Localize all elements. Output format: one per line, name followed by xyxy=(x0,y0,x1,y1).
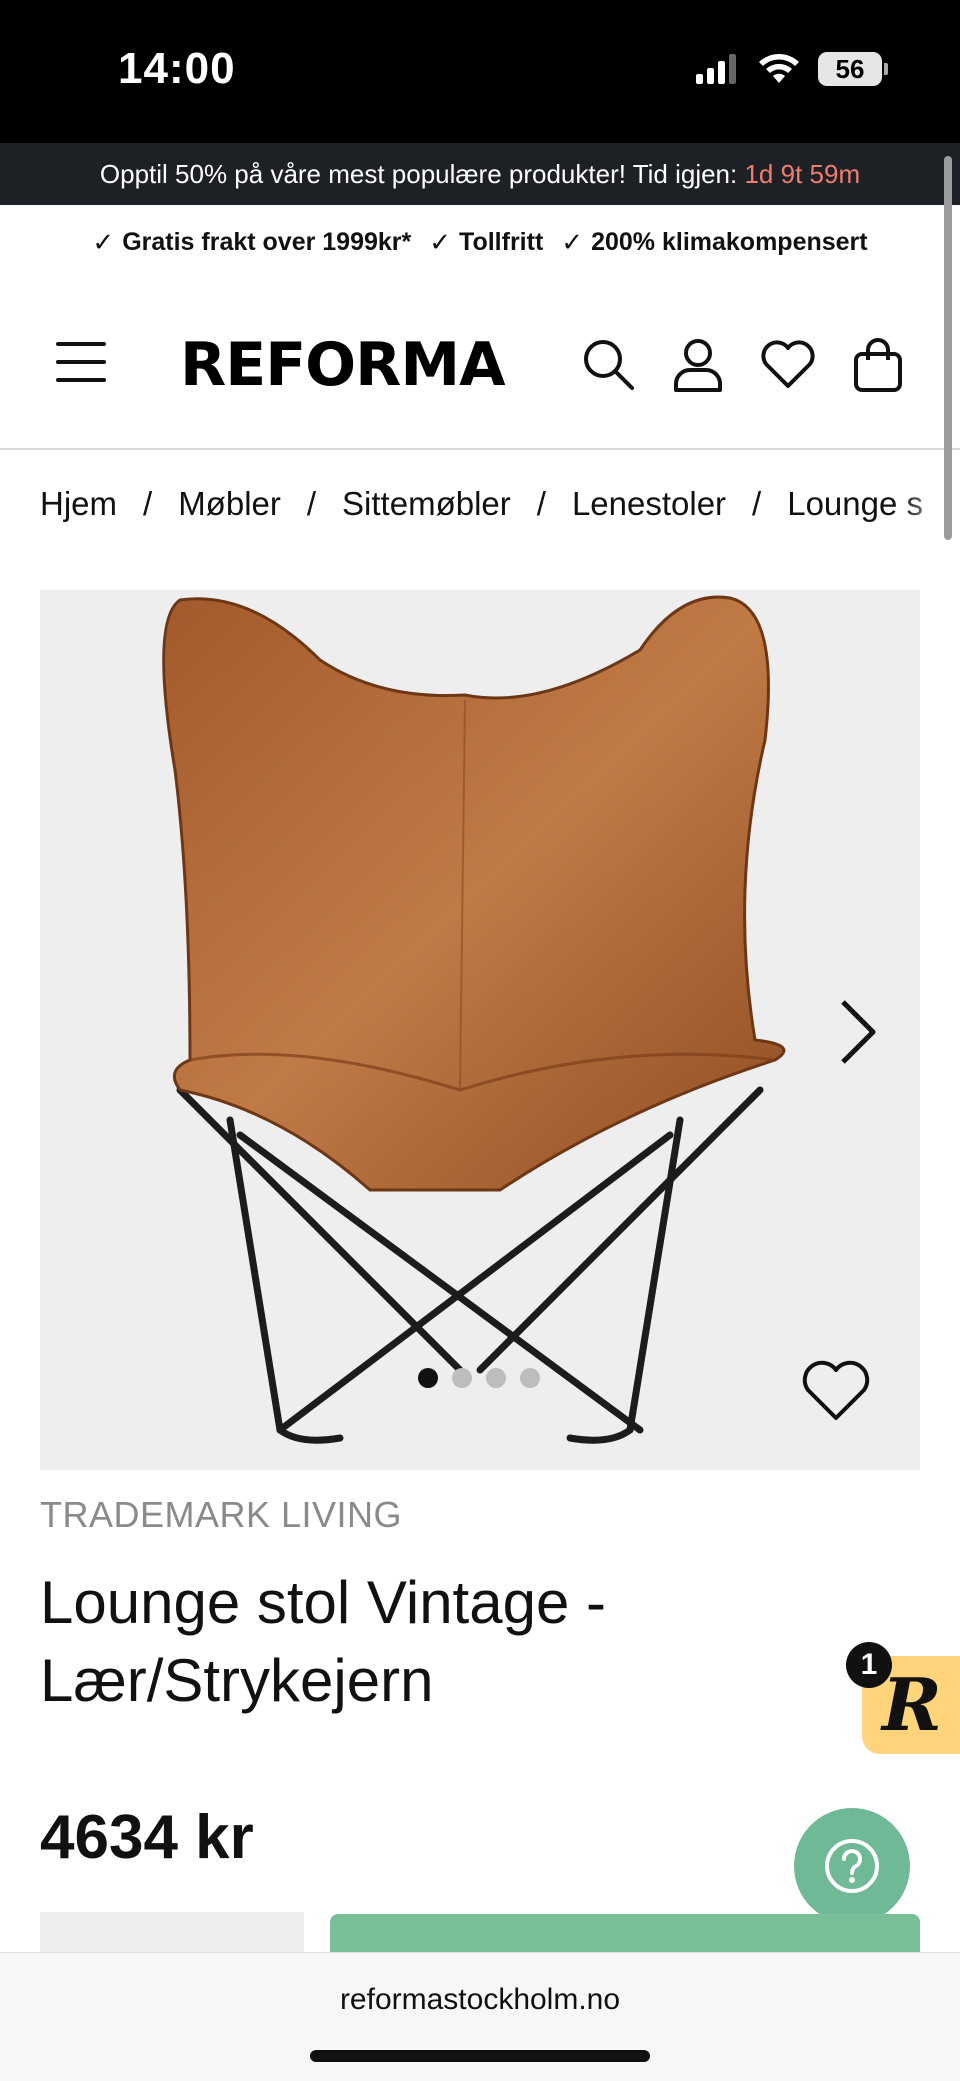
site-logo[interactable]: REFORMA xyxy=(180,330,506,400)
breadcrumb-separator: / xyxy=(536,485,546,522)
usp-label: Gratis frakt over 1999kr* xyxy=(122,227,412,256)
breadcrumb-item[interactable]: Hjem xyxy=(40,485,117,523)
gallery-dots xyxy=(418,1368,540,1388)
usp-row: ✓ Gratis frakt over 1999kr* ✓ Tollfritt … xyxy=(0,210,960,274)
cart-icon[interactable] xyxy=(848,334,908,394)
home-indicator xyxy=(310,2050,650,2062)
check-icon: ✓ xyxy=(429,226,452,257)
signal-icon xyxy=(696,54,736,84)
next-image-button[interactable] xyxy=(828,992,888,1072)
status-time: 14:00 xyxy=(118,44,236,93)
add-to-wishlist-button[interactable] xyxy=(800,1358,872,1424)
battery-icon: 56 xyxy=(818,52,888,86)
product-price: 4634 kr xyxy=(40,1803,254,1872)
breadcrumb-item[interactable]: Sittemøbler xyxy=(342,485,511,523)
gallery-dot[interactable] xyxy=(418,1368,438,1388)
url-text[interactable]: reformastockholm.no xyxy=(0,1983,960,2017)
usp-item-shipping: ✓ Gratis frakt over 1999kr* xyxy=(92,227,411,258)
help-button[interactable] xyxy=(794,1808,910,1924)
usp-label: 200% klimakompensert xyxy=(591,227,868,256)
wishlist-icon[interactable] xyxy=(758,334,818,394)
promo-banner[interactable]: Opptil 50% på våre mest populære produkt… xyxy=(0,143,960,205)
usp-item-duty: ✓ Tollfritt xyxy=(429,227,543,258)
promo-text: Opptil 50% på våre mest populære produkt… xyxy=(99,159,738,189)
product-title: Lounge stol Vintage - Lær/Strykejern xyxy=(40,1569,606,1714)
check-icon: ✓ xyxy=(561,226,584,257)
gallery-dot[interactable] xyxy=(486,1368,506,1388)
breadcrumb-separator: / xyxy=(143,485,153,522)
product-gallery[interactable] xyxy=(40,590,920,1470)
status-bar: 14:00 56 xyxy=(0,0,960,143)
menu-icon[interactable] xyxy=(56,340,108,384)
scrollbar[interactable] xyxy=(944,156,952,540)
breadcrumb-item[interactable]: Lenestoler xyxy=(572,485,726,523)
promo-timer: 1d 9t 59m xyxy=(744,159,861,189)
chevron-right-icon xyxy=(841,1000,876,1064)
product-brand[interactable]: TRADEMARK LIVING xyxy=(40,1494,402,1536)
gallery-dot[interactable] xyxy=(452,1368,472,1388)
account-icon[interactable] xyxy=(668,334,728,394)
usp-label: Tollfritt xyxy=(459,227,544,256)
breadcrumb-separator: / xyxy=(306,485,317,522)
product-image xyxy=(162,595,786,1444)
usp-item-climate: ✓ 200% klimakompensert xyxy=(561,227,867,258)
gallery-dot[interactable] xyxy=(520,1368,540,1388)
site-header: REFORMA xyxy=(0,290,960,450)
search-icon[interactable] xyxy=(578,334,638,394)
breadcrumb: Hjem / Møbler / Sittemøbler / Lenestoler / Loung… xyxy=(40,485,960,535)
rewards-logo: R xyxy=(882,1662,942,1747)
status-icons: 56 xyxy=(696,52,888,86)
check-icon: ✓ xyxy=(92,226,115,257)
wifi-icon xyxy=(759,54,799,83)
breadcrumb-item[interactable]: Møbler xyxy=(178,485,281,523)
rewards-badge: 1 xyxy=(846,1642,892,1688)
question-icon xyxy=(825,1839,879,1893)
heart-icon xyxy=(802,1360,870,1420)
breadcrumb-separator: / xyxy=(752,485,762,522)
